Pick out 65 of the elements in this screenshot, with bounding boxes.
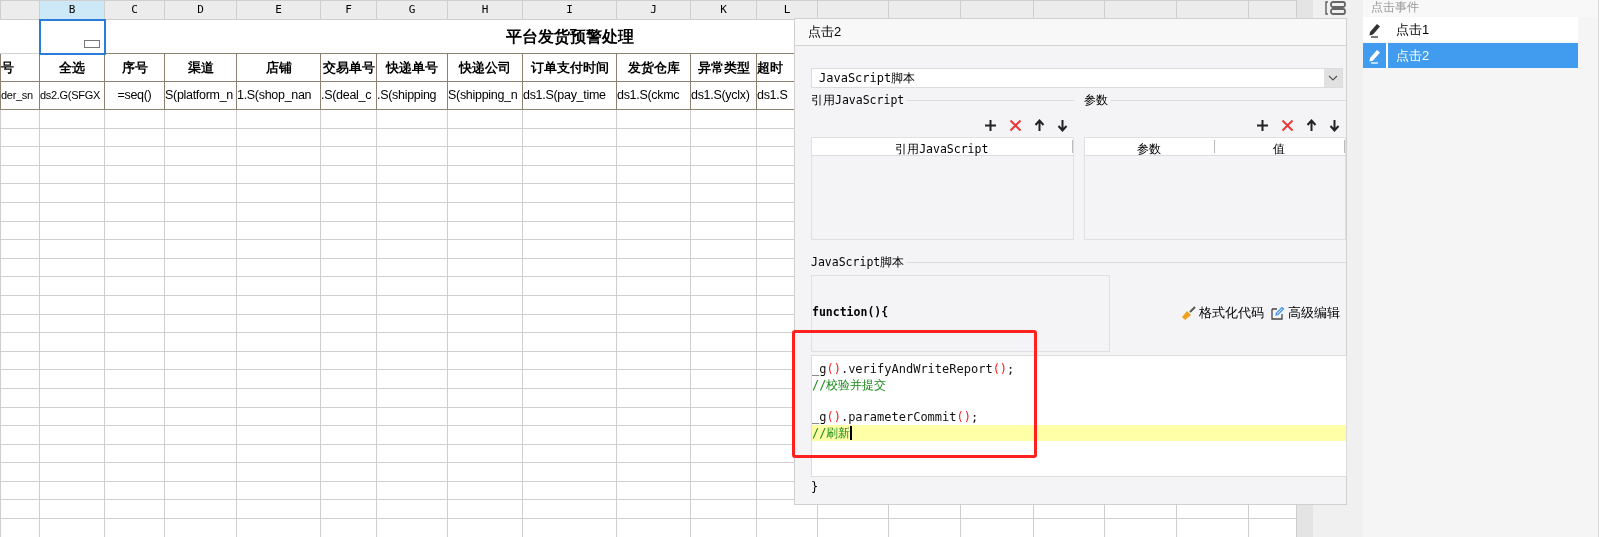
column-title: 交易单号 [320, 53, 377, 82]
event-item[interactable]: 点击1 [1363, 17, 1578, 42]
section-title: 参数 [1083, 92, 1109, 109]
code-text: function(){ [812, 304, 889, 322]
cell-widget-icon [83, 39, 100, 48]
arrow-down-icon[interactable] [1056, 118, 1068, 132]
edit-icon [1270, 305, 1285, 321]
code-editor[interactable]: _g().verifyAndWriteReport(); //校验并提交 _g().parameterCommit(); //刷新 [811, 354, 1347, 477]
table-cell: =seq() [104, 81, 165, 110]
table-cell: ds1.S(yclx) [690, 81, 757, 110]
column-header: E [236, 0, 321, 20]
column-title: 异常类型 [690, 53, 757, 82]
table-cell: .S(shipping [376, 81, 448, 110]
table-cell: ds2.G(SFGX [39, 81, 105, 110]
chevron-down-icon [1328, 75, 1338, 81]
column-header: C [104, 0, 165, 20]
pencil-icon [1367, 47, 1382, 64]
column-header: 参数 [1084, 140, 1215, 154]
type-select[interactable]: JavaScript脚本 [811, 68, 1343, 88]
column-title: 快递单号 [376, 53, 448, 82]
arrow-down-icon[interactable] [1329, 118, 1340, 132]
format-code-button[interactable]: 格式化代码 [1181, 303, 1264, 323]
column-header: I [522, 0, 617, 20]
column-title: 订单支付时间 [522, 53, 617, 82]
column-header: K [690, 0, 757, 20]
column-header: H [447, 0, 523, 20]
column-title: 号 [0, 53, 40, 82]
section-title: JavaScript脚本 [811, 254, 906, 272]
column-title: 快递公司 [447, 53, 523, 82]
add-icon[interactable] [1256, 118, 1269, 132]
column-header: 引用JavaScript [812, 140, 1073, 154]
code-text: } [811, 478, 820, 496]
table-cell: .S(deal_c [320, 81, 377, 110]
column-header: B [39, 0, 105, 20]
delete-icon[interactable] [1281, 118, 1294, 132]
table-cell: S(platform_n [164, 81, 237, 110]
table-cell: der_sn [0, 81, 40, 110]
column-header: 值 [1214, 140, 1345, 154]
column-title: 渠道 [164, 53, 237, 82]
pencil-icon [1367, 21, 1382, 38]
dialog-title: 点击2 [808, 23, 842, 42]
arrow-up-icon[interactable] [1306, 118, 1317, 132]
code-line: _g().parameterCommit(); [812, 408, 980, 425]
column-header: G [376, 0, 448, 20]
table-cell: ds1.S(ckmc [616, 81, 691, 110]
column-title: 全选 [39, 53, 105, 82]
table-cell: S(shipping_n [447, 81, 523, 110]
panel-icon[interactable] [1325, 1, 1347, 15]
column-header: L [756, 0, 818, 20]
column-header: J [616, 0, 691, 20]
report-title: 平台发货预警处理 [505, 27, 634, 45]
column-title: 序号 [104, 53, 165, 82]
code-line: _g().verifyAndWriteReport(); [812, 360, 1016, 377]
arrow-up-icon[interactable] [1033, 118, 1045, 132]
advanced-edit-button[interactable]: 高级编辑 [1270, 303, 1340, 323]
column-header: D [164, 0, 237, 20]
broom-icon [1181, 305, 1196, 321]
add-icon[interactable] [983, 118, 997, 132]
column-title: 店铺 [236, 53, 321, 82]
delete-icon[interactable] [1008, 118, 1022, 132]
table-cell: ds1.S(pay_time [522, 81, 617, 110]
column-title: 发货仓库 [616, 53, 691, 82]
table-cell: 1.S(shop_nan [236, 81, 321, 110]
code-line: //校验并提交 [812, 376, 888, 393]
column-header: F [320, 0, 377, 20]
